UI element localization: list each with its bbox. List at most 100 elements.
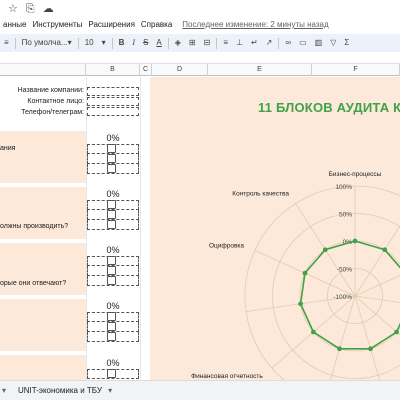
section-band (0, 299, 86, 351)
radar-category-label: Контроль качества (232, 190, 289, 197)
text-color-button[interactable]: A (152, 34, 165, 52)
last-edit-link[interactable]: Последнее изменение: 2 минуты назад (179, 17, 331, 33)
menu-tools[interactable]: Инструменты (29, 17, 85, 33)
doc-title-icons: ☆ ⎘ ☁ (8, 2, 54, 16)
sum-icon[interactable]: Σ (340, 34, 353, 52)
radar-spoke (354, 295, 381, 380)
section-percent: 0% (87, 189, 139, 200)
sheet-tab-bar: ▾ UNIT-экономика и ТБУ ▾ (0, 380, 400, 400)
toolbar-separator (167, 37, 169, 49)
section-percent: 0% (87, 301, 139, 312)
toolbar-separator (14, 37, 16, 49)
column-header-a[interactable] (0, 64, 86, 76)
checkbox[interactable] (107, 312, 116, 321)
font-family-dropdown-icon[interactable]: ▾ (64, 34, 76, 52)
sheet-tab-dropdown-icon[interactable]: ▾ (108, 386, 112, 395)
checkbox[interactable] (107, 144, 116, 153)
radar-data-point (352, 238, 358, 244)
checkbox[interactable] (107, 276, 116, 285)
section-band (0, 131, 86, 183)
column-header-e[interactable]: E (208, 64, 312, 76)
checkbox[interactable] (107, 256, 116, 265)
bold-button[interactable]: B (115, 34, 129, 52)
italic-button[interactable]: I (128, 34, 139, 52)
chart-icon[interactable]: ▥ (311, 34, 327, 52)
move-folder-icon[interactable]: ⎘ (26, 2, 35, 16)
rotate-icon[interactable]: ↗ (262, 34, 277, 52)
comment-icon[interactable]: ▭ (295, 34, 311, 52)
spreadsheet-app: ☆ ⎘ ☁ анные Инструменты Расширения Справ… (0, 0, 400, 400)
checkbox[interactable] (107, 369, 116, 378)
checkbox[interactable] (107, 210, 116, 219)
checkbox[interactable] (107, 266, 116, 275)
toolbar-separator (111, 37, 113, 49)
radar-spoke (354, 295, 400, 303)
radar-ring (244, 185, 400, 380)
strikethrough-button[interactable]: S (139, 34, 152, 52)
checkbox[interactable] (107, 220, 116, 229)
font-size-select[interactable]: 10 (81, 34, 98, 52)
section-percent: 0% (87, 245, 139, 256)
checkbox[interactable] (107, 332, 116, 341)
section-question: олжны производить? (0, 223, 69, 230)
section-band (0, 187, 86, 239)
radar-tick-label: -50% (337, 267, 352, 274)
radar-tick-label: -100% (333, 294, 352, 301)
radar-spoke (354, 275, 400, 297)
radar-category-label: Бизнес-процессы (329, 171, 382, 178)
gridline (140, 77, 141, 380)
radar-chart[interactable]: 100%50%0%-50%-100%Бизнес-процессыКонтрол… (150, 77, 400, 380)
wrap-icon[interactable]: ↵ (247, 34, 262, 52)
font-family-select[interactable]: По умолча... (18, 34, 68, 52)
formula-bar[interactable] (0, 52, 400, 64)
radar-data-point (322, 247, 328, 253)
menu-help[interactable]: Справка (138, 17, 175, 33)
checkbox[interactable] (107, 200, 116, 209)
phone-label: Телефон/телеграм: (21, 109, 84, 116)
radar-tick-label: 100% (335, 184, 352, 191)
section-band (0, 355, 86, 380)
column-header-c[interactable]: C (140, 64, 152, 76)
radar-data-point (298, 301, 303, 307)
column-header-b[interactable]: B (86, 64, 140, 76)
link-icon[interactable]: ∞ (281, 34, 295, 52)
sheet-grid[interactable]: Название компании: Контактное лицо: Теле… (0, 77, 400, 380)
radar-spoke (354, 225, 400, 297)
radar-data-point (368, 346, 373, 352)
company-name-input[interactable] (87, 87, 139, 96)
functions-menu-icon[interactable]: ≡ (0, 34, 13, 52)
font-size-dropdown-icon[interactable]: ▾ (98, 34, 110, 52)
checkbox[interactable] (107, 154, 116, 163)
column-header-d[interactable]: D (152, 64, 208, 76)
merge-cells-icon[interactable]: ⊟ (200, 34, 215, 52)
checkbox[interactable] (107, 164, 116, 173)
section-question: ания (0, 145, 16, 152)
valign-icon[interactable]: ⊥ (232, 34, 247, 52)
radar-data-point (302, 270, 308, 276)
contact-person-input[interactable] (87, 97, 139, 106)
toolbar-separator (77, 37, 79, 49)
section-question: орые они отвечают? (0, 280, 67, 287)
fill-color-icon[interactable]: ◈ (171, 34, 185, 52)
phone-input[interactable] (87, 107, 139, 116)
checkbox[interactable] (107, 322, 116, 331)
column-header-f[interactable]: F (312, 64, 400, 76)
align-icon[interactable]: ≡ (219, 34, 232, 52)
star-icon[interactable]: ☆ (8, 2, 18, 16)
radar-data-point (394, 329, 399, 335)
section-percent: 0% (87, 358, 139, 369)
filter-icon[interactable]: ▽ (326, 34, 340, 52)
menu-extensions[interactable]: Расширения (85, 17, 138, 33)
cloud-saved-icon[interactable]: ☁ (43, 2, 54, 16)
borders-icon[interactable]: ⊞ (185, 34, 200, 52)
toolbar-separator (278, 37, 280, 49)
radar-spoke (329, 295, 356, 380)
company-name-label: Название компании: (17, 87, 84, 94)
prev-tab-arrow-icon[interactable]: ▾ (0, 381, 6, 400)
radar-data-point (337, 346, 342, 352)
menu-data[interactable]: анные (0, 17, 29, 33)
section-percent: 0% (87, 133, 139, 144)
radar-data-point (382, 247, 388, 253)
sheet-tab-unit[interactable]: UNIT-экономика и ТБУ ▾ (18, 381, 112, 400)
menu-bar: анные Инструменты Расширения Справка Пос… (0, 17, 332, 33)
